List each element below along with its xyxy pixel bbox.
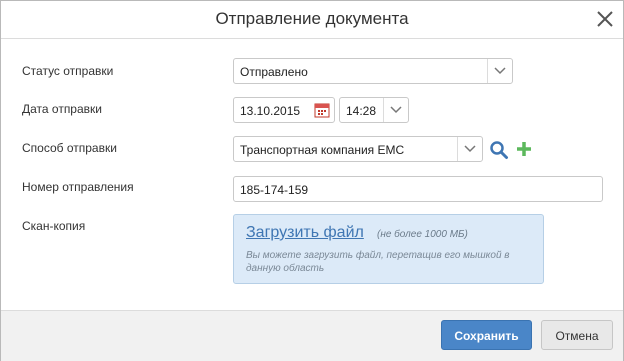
tracking-input[interactable]: 185-174-159: [233, 176, 603, 202]
dialog-header: Отправление документа: [1, 1, 623, 39]
chevron-down-icon[interactable]: [487, 59, 512, 83]
scan-label: Скан-копия: [22, 219, 86, 233]
date-label: Дата отправки: [22, 102, 102, 116]
date-input[interactable]: 13.10.2015: [233, 97, 335, 123]
chevron-down-icon[interactable]: [383, 98, 408, 122]
method-value: Транспортная компания EMC: [240, 143, 405, 157]
send-document-dialog: Отправление документа Статус отправки От…: [0, 0, 624, 361]
add-icon[interactable]: [515, 140, 533, 163]
tracking-label: Номер отправления: [22, 180, 134, 194]
calendar-icon[interactable]: [314, 102, 330, 118]
upload-hint: Вы можете загрузить файл, перетащив его …: [246, 250, 510, 274]
save-button[interactable]: Сохранить: [441, 320, 532, 350]
tracking-value: 185-174-159: [240, 183, 309, 197]
upload-file-link[interactable]: Загрузить файл: [246, 224, 364, 242]
status-label: Статус отправки: [22, 64, 114, 78]
close-icon[interactable]: [595, 9, 615, 29]
method-label: Способ отправки: [22, 141, 117, 155]
date-value: 13.10.2015: [240, 104, 301, 118]
status-select[interactable]: Отправлено: [233, 58, 513, 84]
dialog-title: Отправление документа: [215, 9, 409, 28]
time-select[interactable]: 14:28: [339, 97, 409, 123]
search-icon[interactable]: [489, 140, 509, 165]
chevron-down-icon[interactable]: [457, 137, 482, 161]
dialog-footer: Сохранить Отмена: [1, 310, 623, 361]
time-value: 14:28: [346, 104, 377, 118]
method-select[interactable]: Транспортная компания EMC: [233, 136, 483, 162]
upload-dropzone[interactable]: Загрузить файл (не более 1000 МБ) Вы мож…: [233, 214, 544, 284]
status-value: Отправлено: [240, 65, 308, 79]
upload-limit-text: (не более 1000 МБ): [377, 229, 468, 240]
cancel-button[interactable]: Отмена: [541, 320, 613, 350]
